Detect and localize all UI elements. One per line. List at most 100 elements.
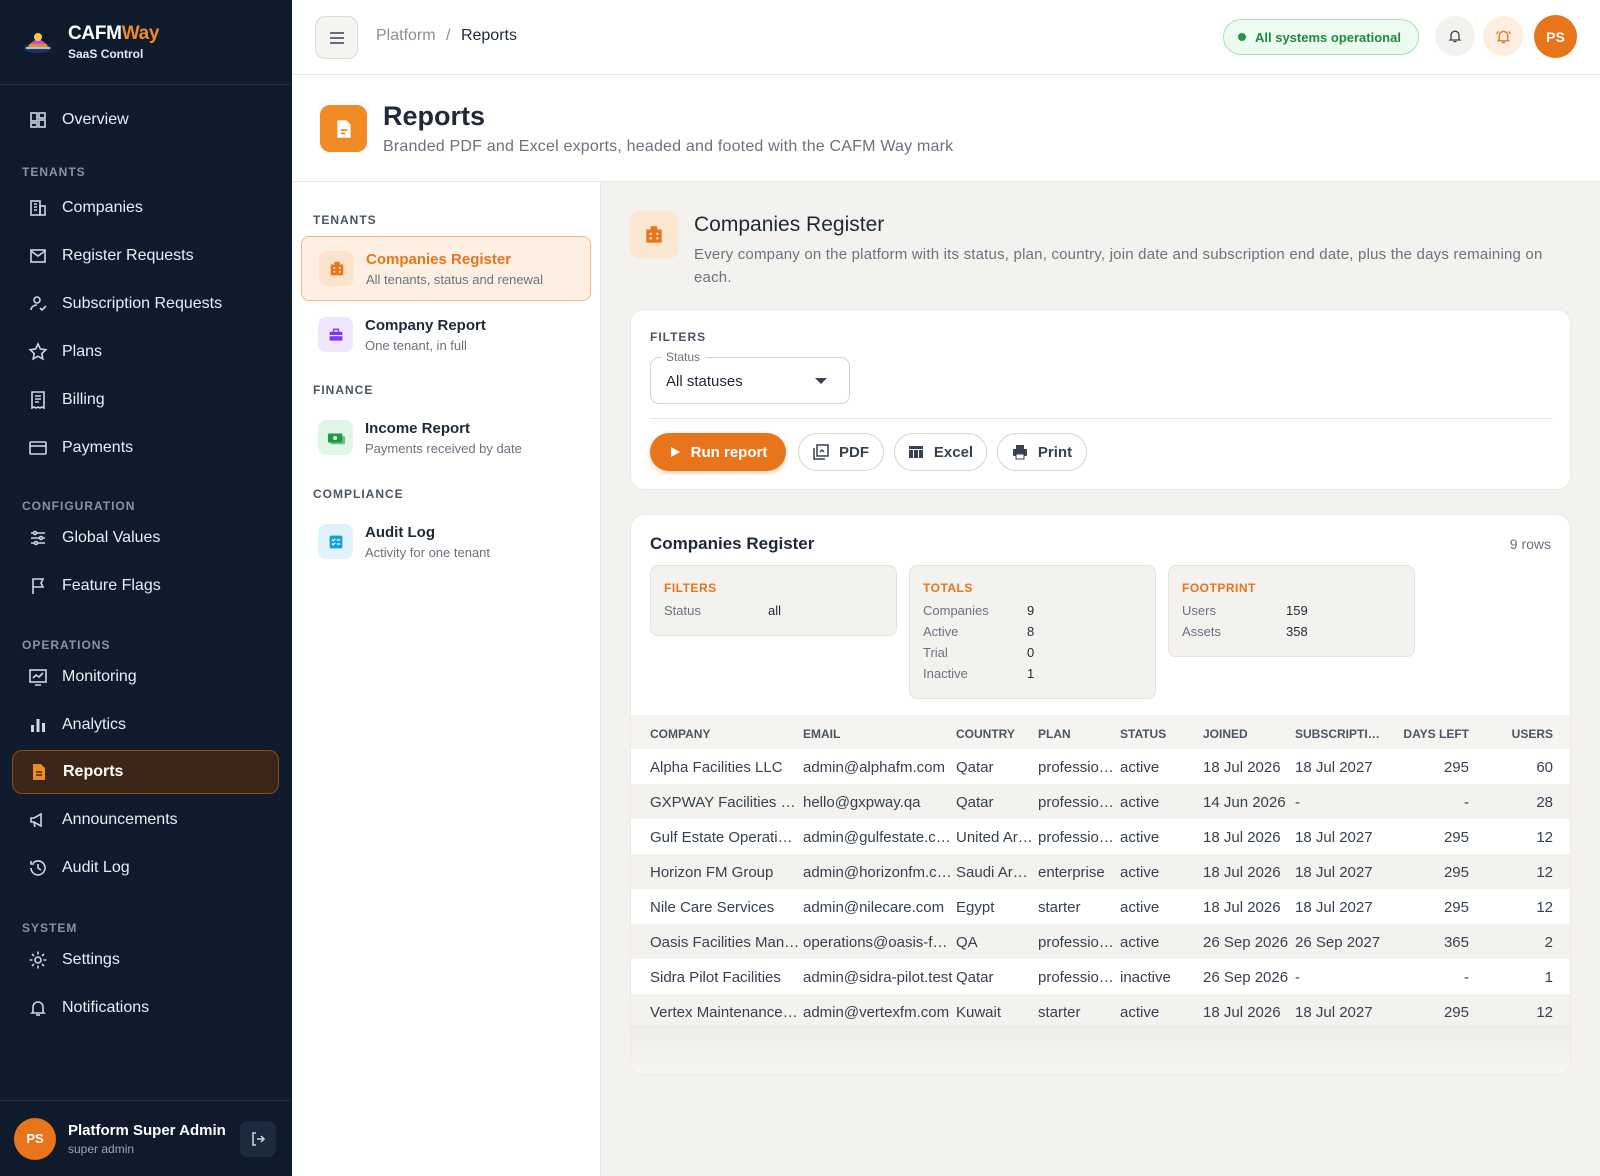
col-subscription-end[interactable]: SUBSCRIPTION END <box>1295 727 1383 741</box>
status-badge[interactable]: All systems operational <box>1223 19 1419 55</box>
col-status[interactable]: STATUS <box>1120 727 1200 741</box>
sidebar-item-overview[interactable]: Overview <box>12 98 279 142</box>
cell-days-left: - <box>1464 794 1469 811</box>
history-icon <box>30 860 46 876</box>
summary-key: Active <box>923 624 959 639</box>
brand[interactable]: CAFMWay SaaS Control <box>0 0 292 85</box>
cell-status: active <box>1120 829 1160 846</box>
cell-country: Qatar <box>956 969 994 986</box>
excel-label: Excel <box>933 443 974 461</box>
sidebar-item-notifications[interactable]: Notifications <box>12 986 279 1030</box>
breadcrumb-separator: / <box>446 27 451 44</box>
table-row[interactable]: Gulf Estate Operations admin@gulfestate.c… <box>631 819 1570 854</box>
report-list: TENANTS Companies Register All tenants, … <box>292 182 601 1176</box>
alerts-button[interactable] <box>1483 16 1523 56</box>
breadcrumb-parent[interactable]: Platform <box>376 27 436 44</box>
sidebar-item-subscription-requests[interactable]: Subscription Requests <box>12 282 279 326</box>
cell-status: active <box>1120 794 1160 811</box>
report-item-income-report[interactable]: Income Report Payments received by date <box>301 405 591 470</box>
table-row[interactable]: GXPWAY Facilities Managementhello@gxpway… <box>631 784 1570 819</box>
sidebar-item-companies[interactable]: Companies <box>12 186 279 230</box>
cell-email: admin@alphafm.com <box>803 759 945 776</box>
col-company[interactable]: COMPANY <box>650 727 800 741</box>
breadcrumb: Platform / Reports <box>376 27 517 45</box>
menu-toggle-button[interactable] <box>315 16 358 59</box>
sidebar-item-monitoring[interactable]: Monitoring <box>12 655 279 699</box>
report-item-companies-register[interactable]: Companies Register All tenants, status a… <box>301 236 591 301</box>
page-subtitle: Branded PDF and Excel exports, headed an… <box>383 138 954 155</box>
table-row[interactable]: Oasis Facilities Managementoperations@oa… <box>631 924 1570 959</box>
cell-days-left: 295 <box>1443 864 1469 881</box>
cell-company: Horizon FM Group <box>650 864 774 881</box>
col-users[interactable]: USERS <box>1489 727 1553 741</box>
status-select[interactable]: Status All statuses <box>650 350 850 404</box>
gear-icon <box>29 951 47 969</box>
sidebar-item-label: Feature Flags <box>62 577 161 594</box>
avatar[interactable]: PS <box>14 1117 56 1160</box>
status-text: All systems operational <box>1255 29 1401 45</box>
page-title: Reports <box>383 101 486 131</box>
cell-joined: 18 Jul 2026 <box>1203 829 1281 846</box>
notifications-button[interactable] <box>1435 16 1475 56</box>
table-row[interactable]: Horizon FM Group admin@horizonfm.com Saudi… <box>631 854 1570 889</box>
cell-email: admin@horizonfm.com <box>803 864 953 881</box>
col-country[interactable]: COUNTRY <box>956 727 1036 741</box>
table-row[interactable]: Alpha Facilities LLC admin@alphafm.com Qat… <box>631 749 1570 784</box>
summary-key: Users <box>1182 603 1216 618</box>
cell-status: active <box>1120 1004 1160 1021</box>
user-check-icon <box>30 296 47 312</box>
logout-button[interactable] <box>240 1121 276 1157</box>
report-item-company-report[interactable]: Company Report One tenant, in full <box>301 302 591 367</box>
avatar[interactable]: PS <box>1534 15 1577 58</box>
table-row[interactable]: Sidra Pilot Facilities admin@sidra-pilot.… <box>631 959 1570 994</box>
sidebar-item-label: Plans <box>62 343 103 360</box>
sidebar-item-plans[interactable]: Plans <box>12 330 279 374</box>
sidebar-item-label: Payments <box>62 439 134 456</box>
cell-country: Qatar <box>956 794 994 811</box>
row-count: 9 rows <box>1509 536 1551 552</box>
table-row[interactable]: Nile Care Services admin@nilecare.com Egyp… <box>631 889 1570 924</box>
col-days-left[interactable]: DAYS LEFT <box>1401 727 1469 741</box>
cell-company: Oasis Facilities Management <box>650 934 800 951</box>
mail-inbox-icon <box>30 249 46 263</box>
cell-joined: 14 Jun 2026 <box>1203 794 1286 811</box>
sidebar-item-billing[interactable]: Billing <box>12 378 279 422</box>
sidebar-item-label: Settings <box>62 951 120 968</box>
col-joined[interactable]: JOINED <box>1203 727 1293 741</box>
briefcase-icon <box>318 317 353 352</box>
cell-status: active <box>1120 864 1160 881</box>
table-header: COMPANY EMAIL COUNTRY PLAN STATUS JOINED… <box>631 715 1570 749</box>
cell-plan: professional <box>1038 934 1118 951</box>
sidebar-item-label: Overview <box>62 111 129 128</box>
report-section-finance: FINANCE <box>313 383 374 397</box>
sidebar-item-settings[interactable]: Settings <box>12 938 279 982</box>
sidebar-item-payments[interactable]: Payments <box>12 426 279 470</box>
print-button[interactable]: Print <box>997 433 1087 471</box>
col-email[interactable]: EMAIL <box>803 727 953 741</box>
report-item-desc: Activity for one tenant <box>365 544 491 560</box>
sidebar-item-audit-log[interactable]: Audit Log <box>12 846 279 890</box>
cell-company: GXPWAY Facilities Management <box>650 794 800 811</box>
sidebar-item-announcements[interactable]: Announcements <box>12 798 279 842</box>
sidebar-item-global-values[interactable]: Global Values <box>12 516 279 560</box>
report-item-audit-log[interactable]: Audit Log Activity for one tenant <box>301 509 591 574</box>
table-row[interactable]: Vertex Maintenance Servicesadmin@vertexf… <box>631 994 1570 1029</box>
hamburger-icon <box>329 31 344 44</box>
credit-card-icon <box>29 441 47 455</box>
sidebar-item-reports[interactable]: Reports <box>12 750 279 794</box>
col-plan[interactable]: PLAN <box>1038 727 1118 741</box>
scroll-fade <box>631 1025 1570 1074</box>
star-icon <box>28 342 48 361</box>
pdf-icon <box>813 444 829 460</box>
run-report-button[interactable]: Run report <box>650 433 786 471</box>
sidebar-item-label: Reports <box>63 763 124 780</box>
cell-subscription-end: 18 Jul 2027 <box>1295 759 1373 776</box>
pdf-button[interactable]: PDF <box>798 433 884 471</box>
sidebar-item-analytics[interactable]: Analytics <box>12 703 279 747</box>
excel-button[interactable]: Excel <box>894 433 987 471</box>
summary-value: 8 <box>1027 624 1035 639</box>
summary-value: 0 <box>1027 645 1035 660</box>
sidebar-item-feature-flags[interactable]: Feature Flags <box>12 564 279 608</box>
report-item-title: Company Report <box>365 316 486 334</box>
sidebar-item-register-requests[interactable]: Register Requests <box>12 234 279 278</box>
